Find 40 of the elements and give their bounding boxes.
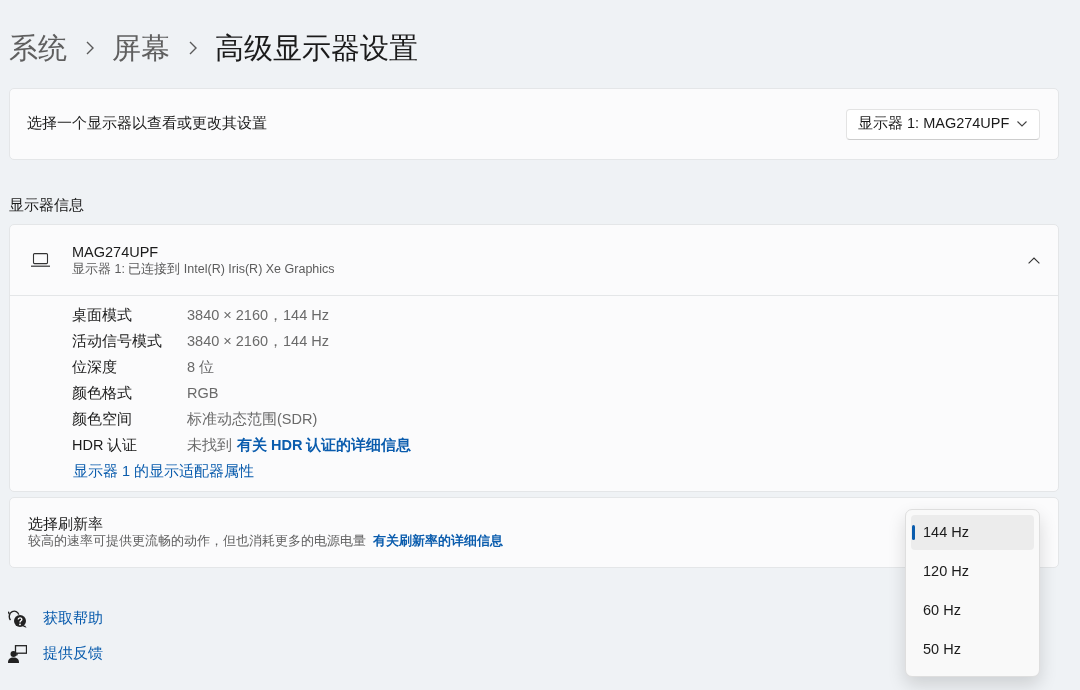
setting-description: 较高的速率可提供更流畅的动作，但也消耗更多的电源电量 <box>28 533 366 550</box>
setting-title: 选择刷新率 <box>28 515 103 533</box>
footer-link[interactable]: 提供反馈 <box>43 642 103 665</box>
menu-option[interactable]: 50 Hz <box>911 632 1034 667</box>
section-heading: 显示器信息 <box>9 196 84 215</box>
display-subtitle: 显示器 1: 已连接到 Intel(R) Iris(R) Xe Graphics <box>72 261 335 277</box>
display-name: MAG274UPF <box>72 243 159 261</box>
menu-option[interactable]: 144 Hz <box>911 515 1034 550</box>
breadcrumb-link[interactable]: 屏幕 <box>112 27 170 69</box>
page-title: 高级显示器设置 <box>215 31 418 66</box>
property-value: 3840 × 2160，144 Hz <box>187 306 329 326</box>
property-label: 活动信号模式 <box>72 332 163 352</box>
property-label: HDR 认证 <box>72 436 139 456</box>
info-link[interactable]: 有关 HDR 认证的详细信息 <box>237 435 412 457</box>
selection-indicator-icon <box>912 525 915 540</box>
feedback-icon <box>8 644 27 663</box>
display-dropdown[interactable]: 显示器 1: MAG274UPF <box>846 108 1040 140</box>
chevron-down-icon <box>1017 121 1027 127</box>
adapter-properties-link[interactable]: 显示器 1 的显示适配器属性 <box>73 461 255 483</box>
property-value: RGB <box>187 384 219 404</box>
property-value: 未找到 <box>187 436 232 456</box>
property-label: 位深度 <box>72 358 118 378</box>
chevron-right-icon <box>86 41 94 55</box>
property-label: 颜色格式 <box>72 384 133 404</box>
property-value: 标准动态范围(SDR) <box>187 410 318 430</box>
property-value: 8 位 <box>187 358 215 378</box>
expand-toggle[interactable] <box>1028 256 1040 264</box>
footer-link[interactable]: 获取帮助 <box>43 607 103 630</box>
info-link[interactable]: 有关刷新率的详细信息 <box>373 533 503 550</box>
menu-option[interactable]: 60 Hz <box>911 593 1034 628</box>
property-label: 桌面模式 <box>72 306 133 326</box>
setting-label: 选择一个显示器以查看或更改其设置 <box>27 114 267 134</box>
chevron-right-icon <box>189 41 197 55</box>
menu-option[interactable]: 120 Hz <box>911 554 1034 589</box>
laptop-icon <box>31 253 50 267</box>
property-value: 3840 × 2160，144 Hz <box>187 332 329 352</box>
help-icon <box>8 609 27 628</box>
breadcrumb-link[interactable]: 系统 <box>9 27 67 69</box>
chevron-up-icon <box>1028 256 1040 264</box>
property-label: 颜色空间 <box>72 410 133 430</box>
